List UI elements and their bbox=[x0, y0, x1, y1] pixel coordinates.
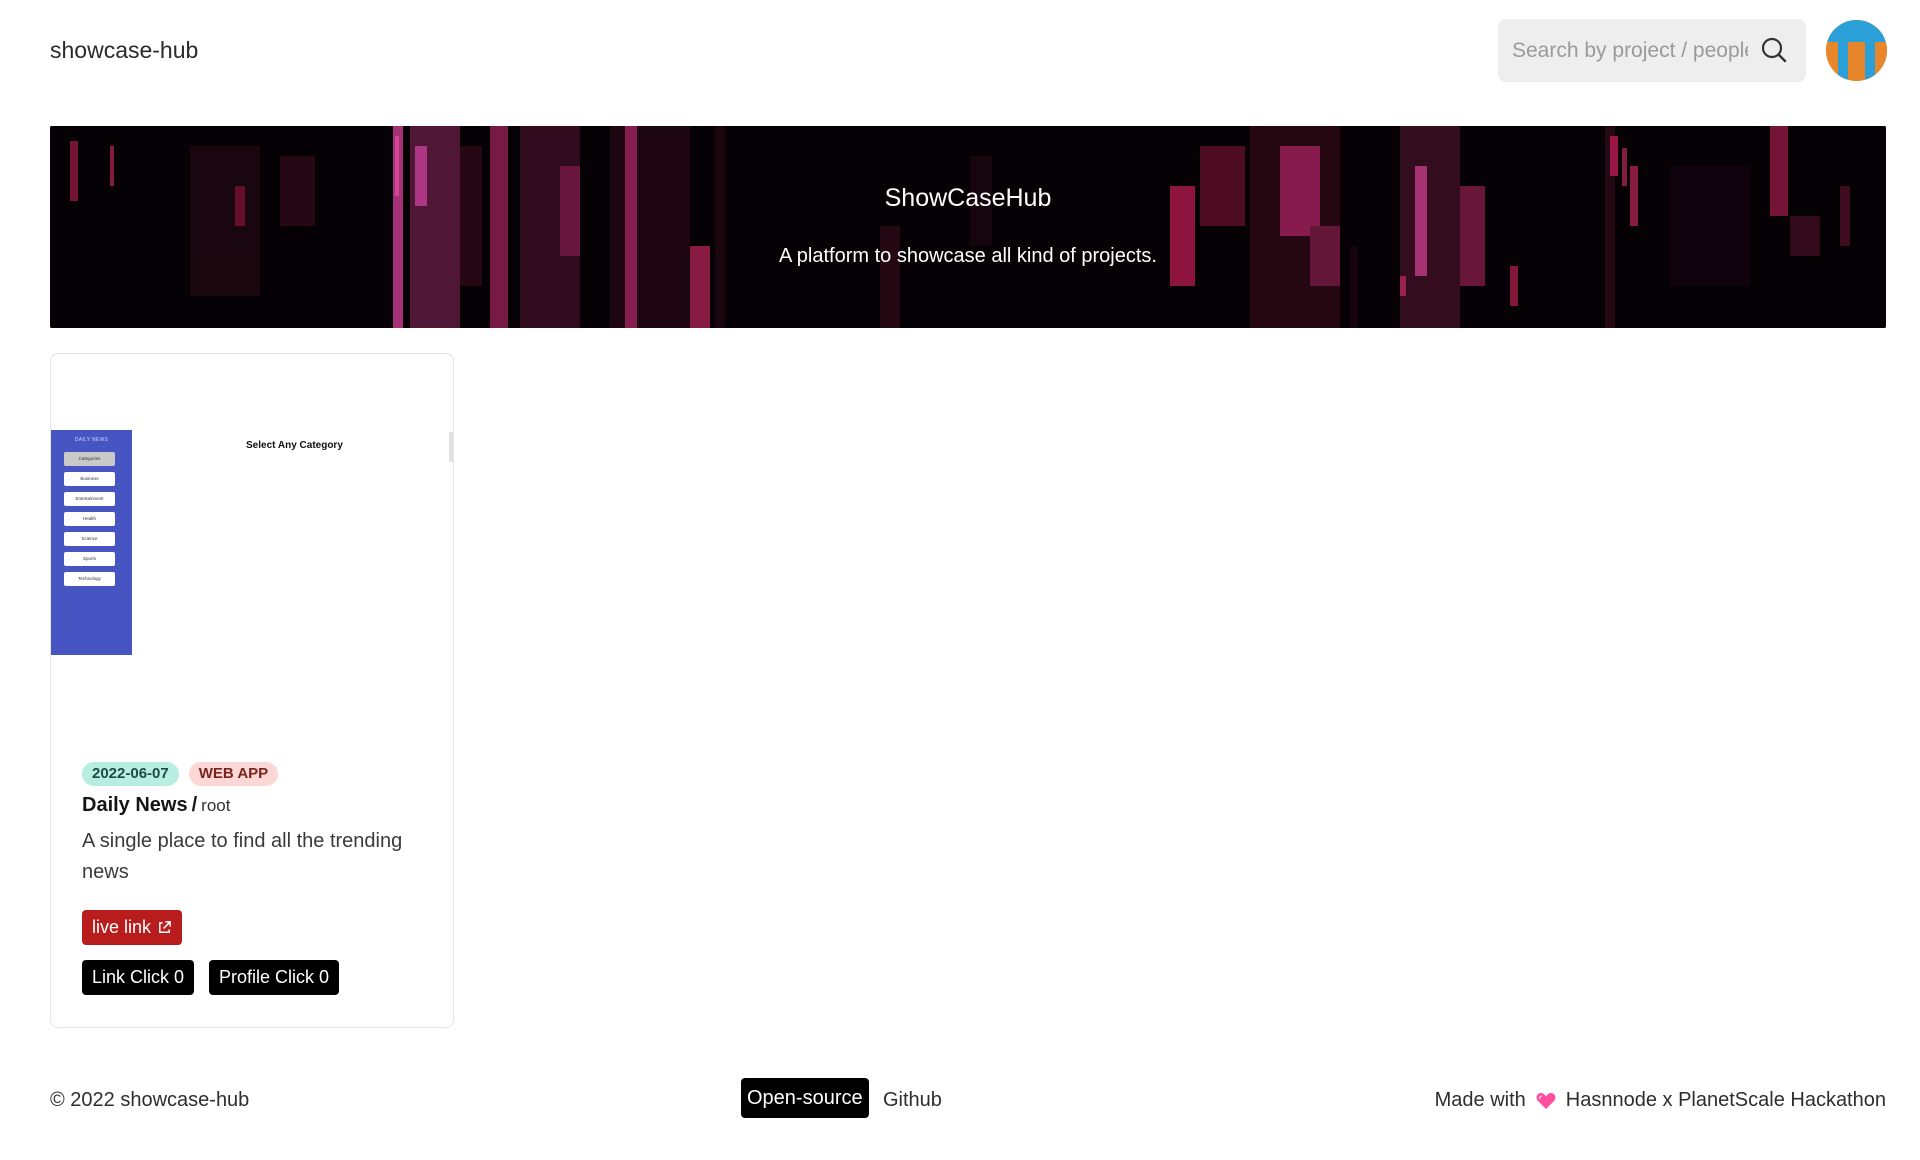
user-avatar-icon bbox=[1826, 20, 1887, 81]
hero-banner: ShowCaseHub A platform to showcase all k… bbox=[50, 126, 1886, 328]
thumbnail-category: Categories bbox=[64, 452, 115, 466]
hero-background-image bbox=[50, 126, 1886, 328]
search-input[interactable] bbox=[1510, 37, 1750, 64]
hero-title: ShowCaseHub bbox=[884, 184, 1052, 212]
thumbnail-category: Entertainment bbox=[64, 492, 115, 506]
hackathon-link[interactable]: Hasnnode x PlanetScale Hackathon bbox=[1566, 1089, 1886, 1112]
project-card[interactable]: DAILY NEWS Categories Business Entertain… bbox=[50, 353, 454, 1028]
live-link-label: live link bbox=[92, 917, 152, 937]
footer-copyright: © 2022 showcase-hub bbox=[50, 1089, 250, 1111]
search-icon[interactable] bbox=[1760, 36, 1788, 64]
project-name[interactable]: Daily News bbox=[82, 794, 188, 816]
avatar[interactable] bbox=[1826, 20, 1887, 81]
profile-click-badge: Profile Click 0 bbox=[209, 960, 340, 995]
tag-row: 2022-06-07 WEB APP bbox=[82, 762, 279, 786]
title-separator: / bbox=[191, 794, 198, 816]
date-badge: 2022-06-07 bbox=[82, 762, 179, 786]
hero-subtitle: A platform to showcase all kind of proje… bbox=[779, 245, 1157, 267]
thumbnail-category: Science bbox=[64, 532, 115, 546]
category-badge: WEB APP bbox=[188, 762, 279, 786]
live-link-button[interactable]: live link bbox=[82, 910, 183, 945]
top-navbar: showcase-hub bbox=[0, 0, 1920, 100]
thumbnail-sidebar: DAILY NEWS Categories Business Entertain… bbox=[51, 430, 132, 655]
search-box[interactable] bbox=[1498, 19, 1806, 82]
thumbnail-logo: DAILY NEWS bbox=[74, 437, 109, 443]
github-link[interactable]: Github bbox=[883, 1089, 942, 1112]
opensource-link[interactable]: Open-source bbox=[741, 1078, 869, 1118]
project-owner[interactable]: root bbox=[201, 796, 230, 815]
project-thumbnail[interactable]: DAILY NEWS Categories Business Entertain… bbox=[51, 430, 453, 660]
project-description: A single place to find all the trending … bbox=[82, 830, 403, 883]
project-title: Daily News / root bbox=[82, 794, 230, 817]
brand-logo-link[interactable]: showcase-hub bbox=[50, 37, 198, 64]
stats-row: Link Click 0 Profile Click 0 bbox=[82, 960, 340, 995]
external-link-icon bbox=[159, 921, 171, 933]
thumbnail-category: Sports bbox=[64, 552, 115, 566]
thumbnail-category: Business bbox=[64, 472, 115, 486]
made-with-label: Made with bbox=[1434, 1089, 1526, 1111]
footer-credits: Made with Hasnnode x PlanetScale Hackath… bbox=[1435, 1089, 1886, 1112]
thumbnail-category: Health bbox=[64, 512, 115, 526]
thumbnail-category: Technology bbox=[64, 572, 115, 586]
heart-icon bbox=[1536, 1092, 1556, 1109]
link-click-badge: Link Click 0 bbox=[82, 960, 195, 995]
thumbnail-heading: Select Any Category bbox=[246, 440, 343, 451]
thumbnail-scrollbar bbox=[449, 432, 453, 462]
